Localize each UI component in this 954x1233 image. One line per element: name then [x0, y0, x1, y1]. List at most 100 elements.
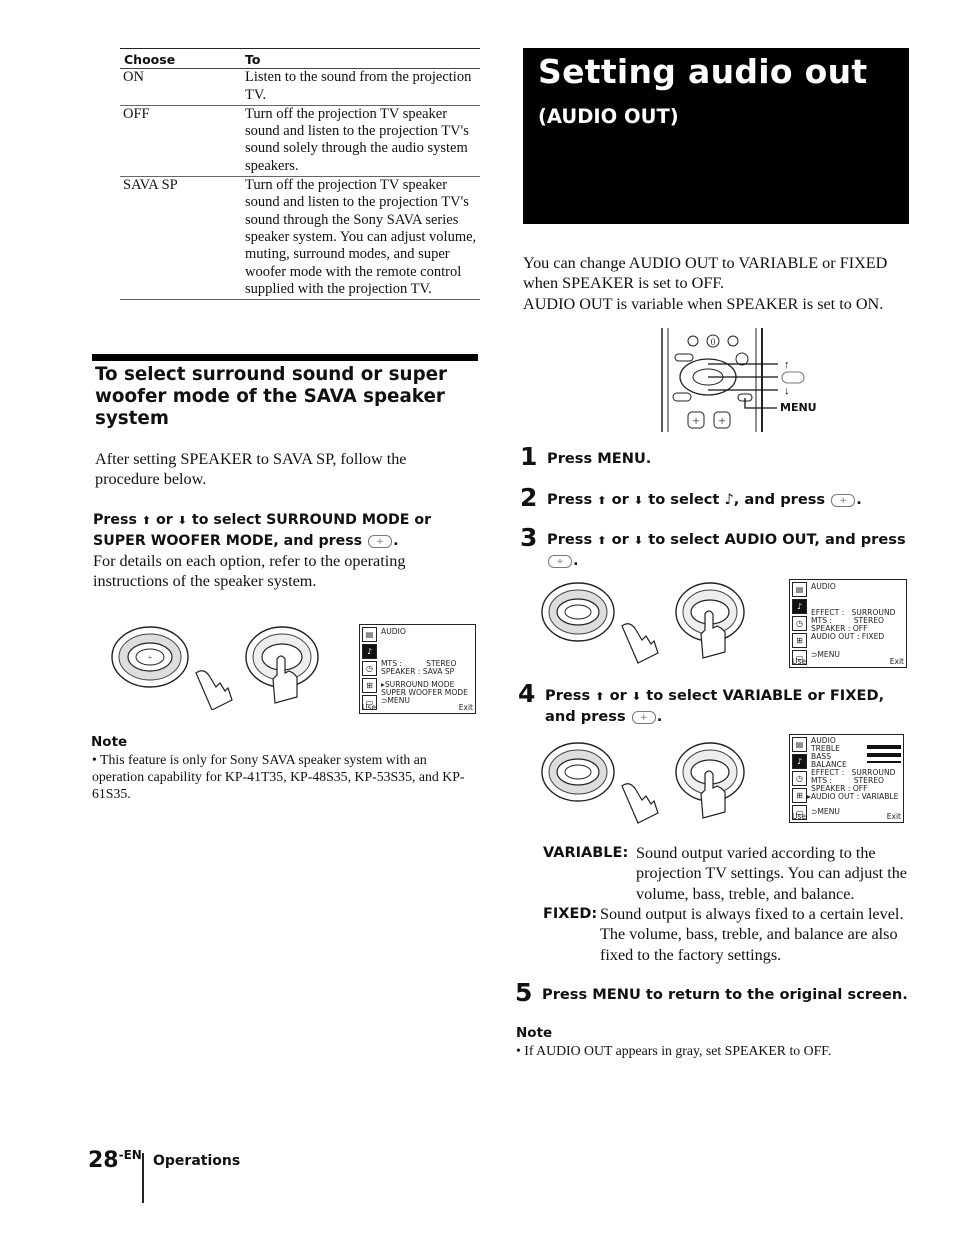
- definition-term: FIXED:: [543, 906, 598, 922]
- column-header-to: To: [241, 47, 480, 70]
- enter-button-icon: [368, 532, 393, 552]
- column-header-choose: Choose: [120, 47, 241, 70]
- timer-icon: ◷: [792, 616, 807, 631]
- intro-text: You can change AUDIO OUT to VARIABLE or …: [523, 254, 888, 313]
- osd-title: AUDIO: [381, 627, 406, 636]
- step-text: Press MENU.: [547, 450, 652, 467]
- step-text: Press ⬆ or ⬇ to select AUDIO OUT, and pr…: [547, 530, 907, 572]
- down-arrow-icon: ⬇: [177, 514, 187, 527]
- menu-button-label: MENU: [780, 401, 817, 414]
- section-intro: After setting SPEAKER to SAVA SP, follow…: [95, 450, 407, 489]
- setup-icon: ⊞: [792, 788, 807, 803]
- hand-pointer-icon: [621, 623, 659, 664]
- page-title-banner: Setting audio out (AUDIO OUT): [523, 48, 909, 224]
- treble-level-bar: [867, 745, 901, 749]
- osd-audio-out-fixed: ▤ ♪ ◷ ⊞ ▭ AUDIO EFFECT : SURROUND MTS : …: [789, 579, 907, 668]
- enter-button-icon: [548, 552, 572, 572]
- down-arrow-icon: ⬇: [631, 690, 642, 703]
- option-name: ON: [120, 68, 241, 106]
- speaker-options-table: Choose To ON Listen to the sound from th…: [120, 47, 480, 301]
- svg-text:+: +: [148, 653, 153, 662]
- option-description: Listen to the sound from the projection …: [241, 68, 480, 106]
- up-arrow-icon: ⬆: [595, 690, 605, 703]
- bass-level-bar: [867, 753, 901, 757]
- page-subtitle: (AUDIO OUT): [538, 105, 679, 128]
- surround-detail: For details on each option, refer to the…: [93, 552, 406, 591]
- down-arrow-icon: ⬇: [633, 494, 644, 507]
- bullet-icon: •: [92, 752, 101, 767]
- table-row: SAVA SP Turn off the projection TV speak…: [120, 176, 480, 301]
- music-note-icon: ♪: [792, 754, 807, 769]
- up-arrow-icon: ⬆: [141, 514, 152, 527]
- hand-pointer-icon: [621, 783, 659, 824]
- svg-text:+: +: [718, 413, 725, 428]
- picture-icon: ▤: [792, 582, 807, 597]
- definition-term: VARIABLE:: [543, 845, 629, 861]
- osd-exit-label: Exit: [886, 812, 901, 821]
- step-number: 2: [520, 483, 538, 512]
- setup-icon: ⊞: [362, 678, 377, 693]
- table-row: OFF Turn off the projection TV speaker s…: [120, 105, 480, 178]
- up-arrow-icon: ⬆: [597, 494, 607, 507]
- zero-button-label: 0: [711, 337, 716, 347]
- table-header-row: Choose To: [120, 47, 480, 70]
- remote-control-illustration: 0 + + ↑ ↓ MENU: [661, 328, 817, 432]
- osd-selected-row: ▸AUDIO OUT : VARIABLE: [807, 792, 899, 801]
- surround-instruction: Press ⬆ or ⬇ to select SURROUND MODE or …: [93, 510, 443, 552]
- step-number: 5: [515, 978, 533, 1007]
- note-title: Note: [516, 1025, 553, 1041]
- down-arrow-icon: ↓: [784, 385, 790, 397]
- svg-text:+: +: [692, 413, 699, 428]
- enter-button-icon: [631, 708, 656, 728]
- timer-icon: ◷: [362, 661, 377, 676]
- section-divider: [92, 354, 478, 361]
- balance-level-bar: [867, 761, 901, 763]
- up-arrow-icon: ↑: [784, 359, 790, 371]
- up-arrow-icon: ⬆: [597, 534, 607, 547]
- step-text: Press ⬆ or ⬇ to select ♪, and press .: [547, 490, 862, 511]
- music-note-icon: ♪: [792, 599, 807, 614]
- step-number: 4: [518, 679, 536, 708]
- joystick-move-illustration: [541, 742, 745, 824]
- setup-icon: ⊞: [792, 633, 807, 648]
- table-row: ON Listen to the sound from the projecti…: [120, 68, 480, 106]
- hand-pointer-icon: [195, 670, 233, 710]
- definition-desc: Sound output is always fixed to a certai…: [600, 905, 904, 964]
- instruction-text: or: [156, 512, 173, 528]
- step-number: 3: [520, 523, 538, 552]
- osd-use-label: Use: [792, 657, 807, 666]
- definition-fixed: FIXED: Sound output is always fixed to a…: [543, 904, 908, 965]
- option-name: OFF: [120, 105, 241, 178]
- osd-exit-label: Exit: [889, 657, 904, 666]
- step-text: Press ⬆ or ⬇ to select VARIABLE or FIXED…: [545, 686, 905, 728]
- osd-title: AUDIO: [811, 582, 836, 591]
- picture-icon: ▤: [362, 627, 377, 642]
- page-title: Setting audio out: [538, 52, 868, 91]
- enter-button-icon: [831, 491, 856, 511]
- step-text: Press MENU to return to the original scr…: [542, 986, 908, 1003]
- osd-exit-label: Exit: [458, 703, 473, 712]
- definition-desc: Sound output varied according to the pro…: [636, 844, 907, 903]
- osd-row: AUDIO OUT : FIXED: [811, 632, 885, 641]
- note-title: Note: [91, 734, 128, 750]
- down-arrow-icon: ⬇: [633, 534, 644, 547]
- page-number: 28-EN: [88, 1148, 142, 1173]
- option-name: SAVA SP: [120, 176, 241, 301]
- footer-divider: [142, 1153, 144, 1203]
- joystick-pad-icon: +: [111, 626, 189, 688]
- option-description: Turn off the projection TV speaker sound…: [241, 105, 480, 178]
- osd-row: SPEAKER : SAVA SP: [381, 667, 455, 676]
- osd-surround-menu: ▤ ♪ ◷ ⊞ ▭ AUDIO MTS : STEREO SPEAKER : S…: [359, 624, 476, 714]
- music-note-icon: ♪: [362, 644, 377, 659]
- step-number: 1: [520, 442, 538, 471]
- osd-use-label: Use: [362, 703, 377, 712]
- timer-icon: ◷: [792, 771, 807, 786]
- footer-section-name: Operations: [153, 1153, 241, 1169]
- note-item: • If AUDIO OUT appears in gray, set SPEA…: [516, 1043, 832, 1058]
- option-description: Turn off the projection TV speaker sound…: [241, 176, 480, 301]
- instruction-text: Press: [93, 512, 137, 528]
- note-item: • This feature is only for Sony SAVA spe…: [92, 752, 465, 801]
- picture-icon: ▤: [792, 737, 807, 752]
- joystick-move-illustration: +: [111, 626, 319, 710]
- definition-variable: VARIABLE: Sound output varied according …: [543, 843, 908, 904]
